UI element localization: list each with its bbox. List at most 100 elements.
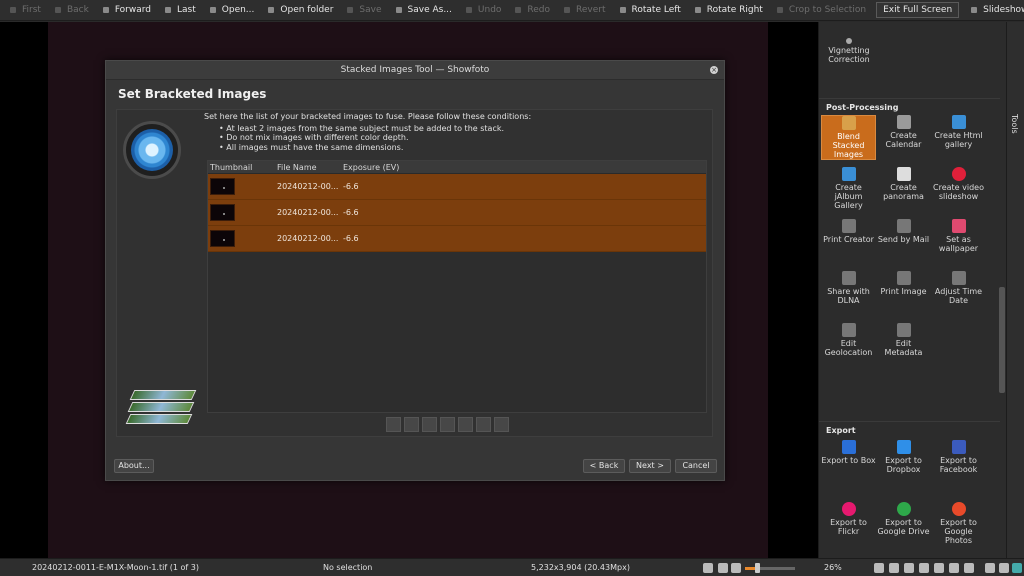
slideshow-button[interactable]: Slideshow bbox=[963, 0, 1024, 21]
condition-2: • Do not mix images with different color… bbox=[219, 133, 409, 142]
save-as-button[interactable]: Save As... bbox=[388, 0, 458, 21]
theme-icon[interactable] bbox=[999, 563, 1009, 573]
tool-create-calendar[interactable]: Create Calendar bbox=[876, 115, 931, 149]
tool-export-to-box[interactable]: Export to Box bbox=[821, 440, 876, 465]
tool-export-to-flickr[interactable]: Export to Flickr bbox=[821, 502, 876, 536]
compare-icon[interactable] bbox=[964, 563, 974, 573]
settings-icon[interactable] bbox=[985, 563, 995, 573]
color-managed-icon[interactable] bbox=[919, 563, 929, 573]
tool-export-to-dropbox[interactable]: Export to Dropbox bbox=[876, 440, 931, 474]
tool-print-image[interactable]: Print Image bbox=[876, 271, 931, 296]
save-button[interactable]: Save bbox=[339, 0, 387, 21]
zoom-slider-handle[interactable] bbox=[755, 563, 760, 573]
clock-icon bbox=[951, 271, 966, 285]
tool-create-video-slideshow[interactable]: Create video slideshow bbox=[931, 167, 986, 201]
move-down-icon[interactable] bbox=[404, 417, 419, 432]
tools-panel: Vignetting Correction Post-Processing Bl… bbox=[818, 22, 1006, 558]
box-icon bbox=[841, 440, 856, 454]
globe-icon bbox=[951, 115, 966, 129]
add-icon[interactable] bbox=[422, 417, 437, 432]
tool-export-to-google-drive[interactable]: Export to Google Drive bbox=[876, 502, 931, 536]
tool-export-to-facebook[interactable]: Export to Facebook bbox=[931, 440, 986, 474]
zoom-slider[interactable] bbox=[745, 567, 795, 570]
redo-button[interactable]: Redo bbox=[507, 0, 556, 21]
back-button[interactable]: Back bbox=[47, 0, 95, 21]
table-row[interactable]: 20240212-00... -6.6 bbox=[208, 200, 706, 226]
tool-set-as-wallpaper[interactable]: Set as wallpaper bbox=[931, 219, 986, 253]
status-selection: No selection bbox=[323, 563, 373, 572]
tool-edit-metadata[interactable]: Edit Metadata bbox=[876, 323, 931, 357]
open-icon bbox=[208, 5, 218, 15]
forward-button[interactable]: Forward bbox=[95, 0, 157, 21]
save-icon bbox=[345, 5, 355, 15]
tool-create-panorama[interactable]: Create panorama bbox=[876, 167, 931, 201]
last-button[interactable]: Last bbox=[157, 0, 202, 21]
tool-export-to-google-photos[interactable]: Export to Google Photos bbox=[931, 502, 986, 545]
network-icon bbox=[1012, 563, 1022, 573]
zoom-out-icon[interactable] bbox=[718, 563, 728, 573]
open-button[interactable]: Open... bbox=[202, 0, 261, 21]
rotate-left-icon bbox=[618, 5, 628, 15]
table-header: Thumbnail File Name Exposure (EV) bbox=[208, 161, 706, 174]
rotate-right-button[interactable]: Rotate Right bbox=[687, 0, 769, 21]
first-button[interactable]: First bbox=[2, 0, 47, 21]
tag-icon bbox=[896, 323, 911, 337]
zoom-in-icon[interactable] bbox=[731, 563, 741, 573]
thumbnail bbox=[210, 230, 235, 247]
open-folder-button[interactable]: Open folder bbox=[260, 0, 339, 21]
redo-icon bbox=[513, 5, 523, 15]
load-icon[interactable] bbox=[458, 417, 473, 432]
back-button[interactable]: < Back bbox=[583, 459, 625, 473]
dropbox-icon bbox=[896, 440, 911, 454]
table-row[interactable]: 20240212-00... -6.6 bbox=[208, 226, 706, 252]
tool-print-creator[interactable]: Print Creator bbox=[821, 219, 876, 244]
zoom-level[interactable]: 26% bbox=[824, 563, 842, 572]
column-file-name[interactable]: File Name bbox=[275, 161, 341, 173]
revert-icon bbox=[562, 5, 572, 15]
tool-send-by-mail[interactable]: Send by Mail bbox=[876, 219, 931, 244]
color-profile-icon[interactable] bbox=[874, 563, 884, 573]
close-icon[interactable]: × bbox=[710, 66, 718, 74]
dialog-heading: Set Bracketed Images bbox=[118, 87, 267, 101]
about-button[interactable]: About... bbox=[114, 459, 154, 473]
tool-share-with-dlna[interactable]: Share with DLNA bbox=[821, 271, 876, 305]
tool-edit-geolocation[interactable]: Edit Geolocation bbox=[821, 323, 876, 357]
status-file: 20240212-0011-E-M1X-Moon-1.tif (1 of 3) bbox=[32, 563, 199, 572]
split-view-icon[interactable] bbox=[934, 563, 944, 573]
stacked-images-dialog: Stacked Images Tool — Showfoto × Set Bra… bbox=[105, 60, 725, 481]
tool-vignetting[interactable]: Vignetting Correction bbox=[819, 38, 879, 64]
calendar-icon bbox=[896, 115, 911, 129]
column-exposure[interactable]: Exposure (EV) bbox=[341, 161, 461, 173]
last-icon bbox=[163, 5, 173, 15]
slideshow-icon bbox=[969, 5, 979, 15]
over-exposure-icon[interactable] bbox=[904, 563, 914, 573]
preview-icon[interactable] bbox=[949, 563, 959, 573]
tool-adjust-time-date[interactable]: Adjust Time Date bbox=[931, 271, 986, 305]
exit-full-screen-button[interactable]: Exit Full Screen bbox=[876, 2, 960, 18]
move-up-icon[interactable] bbox=[386, 417, 401, 432]
cancel-button[interactable]: Cancel bbox=[675, 459, 717, 473]
tool-create-html-gallery[interactable]: Create Html gallery bbox=[931, 115, 986, 149]
record-icon bbox=[951, 167, 966, 181]
next-button[interactable]: Next > bbox=[629, 459, 671, 473]
remove-icon[interactable] bbox=[440, 417, 455, 432]
bracketed-images-list[interactable]: Thumbnail File Name Exposure (EV) 202402… bbox=[207, 160, 707, 413]
clear-icon[interactable] bbox=[494, 417, 509, 432]
rotate-right-icon bbox=[693, 5, 703, 15]
table-row[interactable]: 20240212-00... -6.6 bbox=[208, 174, 706, 200]
wallpaper-icon bbox=[951, 219, 966, 233]
printer-icon bbox=[896, 271, 911, 285]
under-exposure-icon[interactable] bbox=[889, 563, 899, 573]
save-list-icon[interactable] bbox=[476, 417, 491, 432]
undo-button[interactable]: Undo bbox=[458, 0, 508, 21]
tab-tools[interactable]: Tools bbox=[1010, 114, 1019, 134]
google-drive-icon bbox=[896, 502, 911, 516]
panel-scrollbar[interactable] bbox=[999, 287, 1005, 393]
tool-blend-stacked-images[interactable]: Blend Stacked Images bbox=[821, 115, 876, 160]
fit-icon[interactable] bbox=[703, 563, 713, 573]
crop-button[interactable]: Crop to Selection bbox=[769, 0, 872, 21]
tool-create-jalbum-gallery[interactable]: Create jAlbum Gallery bbox=[821, 167, 876, 210]
rotate-left-button[interactable]: Rotate Left bbox=[612, 0, 687, 21]
revert-button[interactable]: Revert bbox=[556, 0, 611, 21]
column-thumbnail[interactable]: Thumbnail bbox=[208, 161, 275, 173]
